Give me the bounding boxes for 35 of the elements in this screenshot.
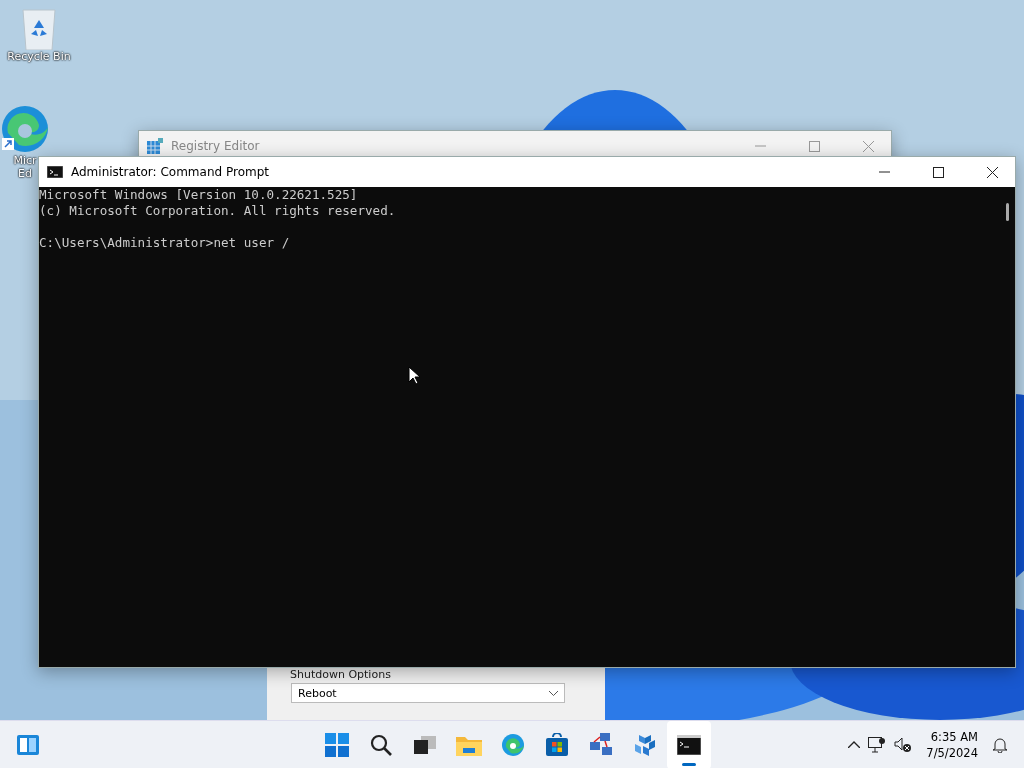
chevron-up-icon[interactable] [848,741,861,748]
recycle-bin-icon [21,8,57,50]
speaker-muted-icon[interactable] [894,736,913,753]
cubes-icon [633,733,657,757]
command-line: C:\Users\Administrator>net user / [39,235,291,251]
minimize-icon[interactable] [878,171,890,173]
taskbar-app-button[interactable] [667,721,711,768]
chevron-down-icon [549,690,558,696]
maximize-icon[interactable] [932,166,944,178]
store-bag-icon [545,733,569,757]
task-view-icon [414,736,436,754]
group-label: Shutdown Options [290,668,392,681]
console-line: (c) Microsoft Corporation. All rights reserved. [39,203,397,219]
network-monitor-icon[interactable] [868,736,887,753]
folder-icon [456,734,482,756]
dropdown[interactable]: Reboot [291,683,565,703]
mouse-pointer-icon [408,366,420,385]
window-title: Registry Editor [171,139,261,153]
clock[interactable]: 6:35 AM 7/5/2024 [926,728,978,761]
icon-label: Recycle Bin [7,50,71,63]
icon-label: Micr [13,154,37,167]
search-icon [370,734,392,756]
widgets-icon [16,733,40,756]
edge-icon [0,104,50,154]
close-icon[interactable] [986,166,998,178]
console-line: Microsoft Windows [Version 10.0.22621.525] [39,187,359,203]
terminal-icon [677,735,701,755]
window-title: Administrator: Command Prompt [71,165,270,179]
notification-bell-icon[interactable] [992,736,1008,753]
network-computers-icon [588,732,614,758]
terminal-icon [47,166,63,178]
icon-label: Ed [18,167,32,180]
registry-icon [147,138,163,154]
edge-icon [501,733,525,757]
windows-logo-icon [325,733,349,757]
